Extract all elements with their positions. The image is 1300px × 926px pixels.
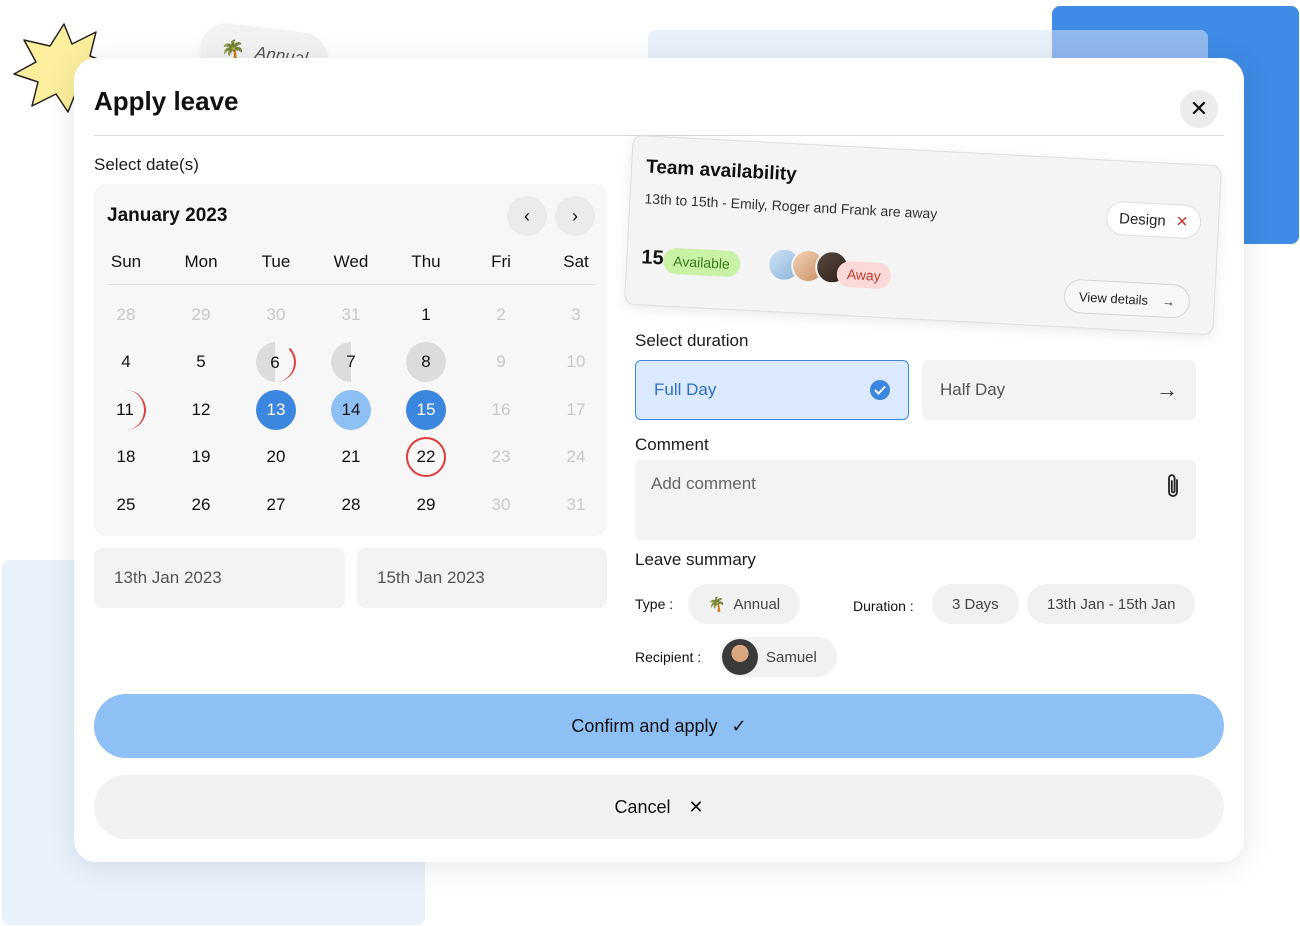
calendar-day[interactable]: 19 [181, 437, 221, 477]
comment-input[interactable] [651, 474, 1131, 494]
close-button[interactable]: ✕ [1180, 90, 1218, 128]
weekday-label: Mon [184, 252, 218, 271]
comment-label: Comment [635, 435, 709, 454]
calendar-day[interactable]: 23 [481, 437, 521, 477]
team-availability-title: Team availability [645, 156, 798, 186]
arrow-right-icon: → [1161, 293, 1176, 309]
calendar-day[interactable]: 27 [256, 485, 296, 525]
calendar-day[interactable]: 1 [406, 295, 446, 335]
confirm-button[interactable]: Confirm and apply ✓ [94, 694, 1224, 758]
calendar-day[interactable]: 28 [106, 295, 146, 335]
weekday-label: Fri [491, 252, 511, 271]
calendar-day[interactable]: 31 [331, 295, 371, 335]
calendar-day[interactable]: 25 [106, 485, 146, 525]
calendar-day[interactable]: 21 [331, 437, 371, 477]
calendar-day[interactable]: 9 [481, 342, 521, 382]
calendar-divider [107, 284, 595, 285]
calendar-day-selected[interactable]: 15 [406, 390, 446, 430]
avatar [722, 639, 758, 675]
calendar-day[interactable]: 24 [556, 437, 596, 477]
calendar-day[interactable]: 5 [181, 342, 221, 382]
available-badge: Available [662, 247, 741, 278]
type-pill: 🌴 Annual [688, 584, 801, 624]
chevron-right-icon: › [572, 205, 578, 226]
calendar-day[interactable]: 28 [331, 485, 371, 525]
confirm-label: Confirm and apply [571, 715, 718, 736]
team-filter-label: Design [1118, 209, 1167, 230]
weekday-label: Tue [261, 252, 291, 271]
arrow-right-icon: → [1156, 377, 1178, 402]
chevron-left-icon: ‹ [524, 205, 530, 226]
type-label: Type : [635, 596, 674, 612]
calendar-day[interactable]: 11 [106, 390, 146, 430]
remove-filter-icon[interactable]: ✕ [1175, 212, 1189, 231]
end-date-field[interactable]: 15th Jan 2023 [357, 548, 607, 608]
view-details-button[interactable]: View details → [1063, 278, 1191, 320]
calendar-day[interactable]: 20 [256, 437, 296, 477]
calendar-day[interactable]: 31 [556, 485, 596, 525]
weekday-label: Sat [563, 252, 589, 271]
calendar-day[interactable]: 26 [181, 485, 221, 525]
weekday-label: Thu [411, 252, 441, 271]
calendar-day[interactable]: 29 [181, 295, 221, 335]
paperclip-icon[interactable] [1163, 472, 1183, 500]
calendar-day-in-range[interactable]: 14 [331, 390, 371, 430]
comment-box [635, 460, 1196, 540]
select-duration-label: Select duration [635, 331, 749, 350]
next-month-button[interactable]: › [555, 196, 595, 236]
calendar-day[interactable]: 12 [181, 390, 221, 430]
calendar-day[interactable]: 6 [256, 342, 296, 382]
dialog-title: Apply leave [94, 86, 239, 116]
palm-tree-icon: 🌴 [708, 595, 726, 612]
weekday-label: Sun [110, 252, 142, 271]
duration-label: Duration : [853, 598, 914, 614]
away-badge: Away [836, 260, 892, 290]
recipient-name: Samuel [766, 648, 817, 666]
duration-days-pill: 3 Days [932, 584, 1019, 624]
check-circle-icon [870, 380, 890, 400]
weekday-label: Wed [333, 252, 369, 271]
duration-range-pill: 13th Jan - 15th Jan [1027, 584, 1196, 624]
calendar-day[interactable]: 8 [406, 342, 446, 382]
full-day-option[interactable]: Full Day [635, 360, 909, 420]
team-availability-card: Team availability 13th to 15th - Emily, … [623, 134, 1223, 336]
leave-summary-label: Leave summary [635, 550, 756, 569]
calendar-day[interactable]: 4 [106, 342, 146, 382]
close-icon: ✕ [688, 796, 704, 817]
half-day-option[interactable]: Half Day → [922, 360, 1196, 420]
calendar-day[interactable]: 17 [556, 390, 596, 430]
cancel-label: Cancel [614, 796, 671, 817]
available-count: 15 [640, 246, 665, 270]
cancel-button[interactable]: Cancel ✕ [94, 775, 1224, 839]
team-filter-tag[interactable]: Design ✕ [1105, 200, 1203, 240]
calendar-day[interactable]: 3 [556, 295, 596, 335]
full-day-label: Full Day [654, 380, 717, 399]
calendar-day[interactable]: 7 [331, 342, 371, 382]
start-date-field[interactable]: 13th Jan 2023 [94, 548, 345, 608]
recipient-label: Recipient : [635, 649, 702, 665]
view-details-label: View details [1078, 288, 1149, 308]
calendar-day[interactable]: 2 [481, 295, 521, 335]
half-day-label: Half Day [940, 380, 1006, 399]
prev-month-button[interactable]: ‹ [507, 196, 547, 236]
type-value: Annual [733, 595, 781, 613]
calendar-day[interactable]: 16 [481, 390, 521, 430]
recipient-pill[interactable]: Samuel [720, 637, 837, 677]
calendar-month: January 2023 [107, 205, 228, 226]
calendar-day[interactable]: 10 [556, 342, 596, 382]
calendar-day[interactable]: 30 [481, 485, 521, 525]
calendar-day[interactable]: 29 [406, 485, 446, 525]
calendar-day[interactable]: 30 [256, 295, 296, 335]
check-icon: ✓ [731, 715, 747, 736]
calendar-day[interactable]: 18 [106, 437, 146, 477]
close-icon: ✕ [1189, 96, 1209, 121]
calendar-day-selected[interactable]: 13 [256, 390, 296, 430]
calendar-day[interactable]: 22 [406, 437, 446, 477]
select-dates-label: Select date(s) [94, 155, 199, 174]
team-availability-subtitle: 13th to 15th - Emily, Roger and Frank ar… [644, 190, 938, 222]
